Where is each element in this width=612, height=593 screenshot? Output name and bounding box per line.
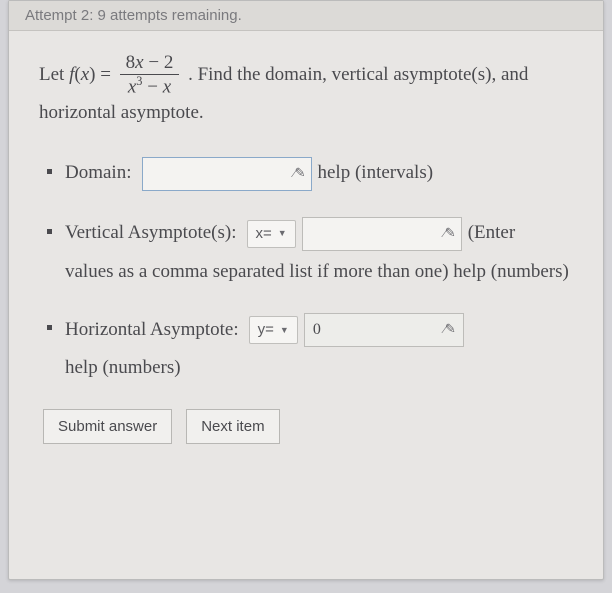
domain-help-link[interactable]: help (intervals) <box>318 158 434 188</box>
attempt-bar: Attempt 2: 9 attempts remaining. <box>9 1 603 31</box>
horizontal-asymptote-item: Horizontal Asymptote: y= ▼ 0 ⁄✎ help (nu… <box>39 313 579 383</box>
chevron-down-icon: ▼ <box>278 226 287 240</box>
vertical-note: values as a comma separated list if more… <box>65 257 579 287</box>
domain-item: Domain: ⁄✎ help (intervals) <box>39 157 579 191</box>
content: Let f(x) = 8x − 2 x3 − x . Find the doma… <box>9 31 603 464</box>
numerator: 8x − 2 <box>120 53 180 75</box>
resize-handle-icon: ⁄✎ <box>444 319 455 340</box>
question-card: Attempt 2: 9 attempts remaining. Let f(x… <box>8 0 604 580</box>
vertical-variable-dropdown[interactable]: x= ▼ <box>247 220 296 248</box>
horizontal-input[interactable]: 0 ⁄✎ <box>304 313 464 347</box>
denominator: x3 − x <box>120 75 180 98</box>
fraction: 8x − 2 x3 − x <box>120 53 180 98</box>
next-item-button[interactable]: Next item <box>186 409 279 444</box>
problem-statement: Let f(x) = 8x − 2 x3 − x . Find the doma… <box>39 53 579 129</box>
domain-input[interactable]: ⁄✎ <box>142 157 312 191</box>
dropdown-value: x= <box>256 222 272 246</box>
resize-handle-icon: ⁄✎ <box>444 223 455 244</box>
submit-answer-button[interactable]: Submit answer <box>43 409 172 444</box>
let-text: Let <box>39 60 64 90</box>
resize-handle-icon: ⁄✎ <box>293 163 304 184</box>
horizontal-variable-dropdown[interactable]: y= ▼ <box>249 316 298 344</box>
dropdown-value: y= <box>258 318 274 342</box>
horizontal-label: Horizontal Asymptote: <box>65 315 239 345</box>
domain-label: Domain: <box>65 158 132 188</box>
vertical-input[interactable]: ⁄✎ <box>302 217 462 251</box>
vertical-asymptote-item: Vertical Asymptote(s): x= ▼ ⁄✎ (Enter va… <box>39 217 579 287</box>
horizontal-help-link[interactable]: help (numbers) <box>65 353 181 383</box>
chevron-down-icon: ▼ <box>280 323 289 337</box>
button-row: Submit answer Next item <box>39 409 579 444</box>
function-name: f(x) = <box>69 60 111 90</box>
vertical-label: Vertical Asymptote(s): <box>65 218 237 248</box>
problem-suffix: . Find the domain, vertical asymptote(s)… <box>39 64 528 123</box>
enter-text: (Enter <box>468 218 515 248</box>
horizontal-value: 0 <box>313 317 321 343</box>
